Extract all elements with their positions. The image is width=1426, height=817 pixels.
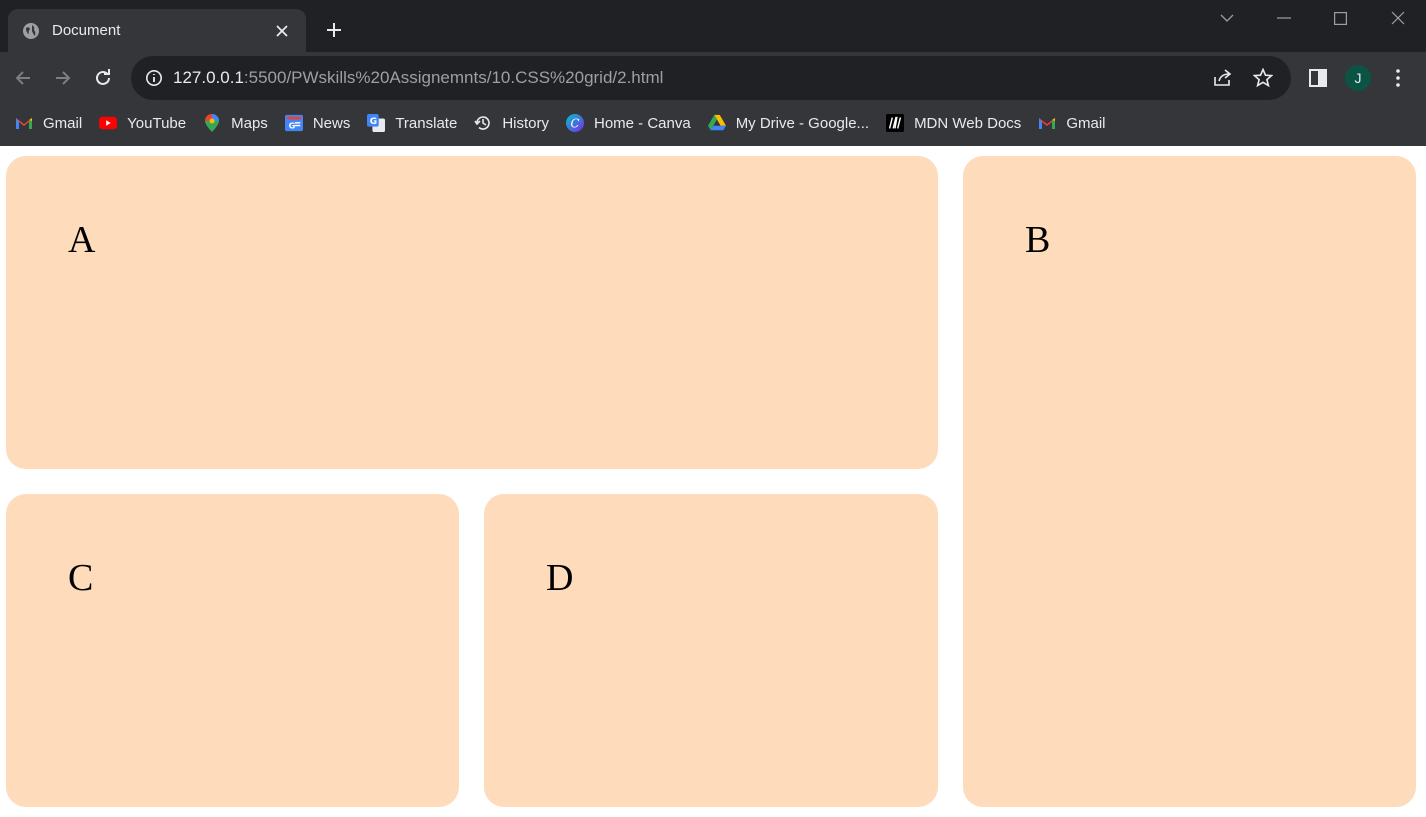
back-button[interactable]: [3, 58, 43, 98]
reload-button[interactable]: [83, 58, 123, 98]
tab-document[interactable]: Document: [8, 9, 306, 52]
profile-button[interactable]: J: [1338, 58, 1378, 98]
more-vert-icon: [1396, 69, 1400, 87]
bookmarks-bar: Gmail YouTube Maps G News G Translate Hi…: [0, 104, 1426, 142]
bookmark-translate[interactable]: G Translate: [362, 108, 465, 138]
close-window-button[interactable]: [1369, 0, 1426, 36]
svg-text:G: G: [370, 117, 377, 127]
news-icon: G: [284, 114, 303, 132]
arrow-left-icon: [15, 71, 30, 85]
forward-button[interactable]: [43, 58, 83, 98]
tab-title: Document: [52, 22, 121, 39]
page-content: A B C D: [0, 146, 1426, 817]
maximize-button[interactable]: [1312, 0, 1369, 36]
bookmark-maps[interactable]: Maps: [198, 108, 276, 138]
bookmark-label: Gmail: [43, 114, 83, 132]
bookmark-youtube[interactable]: YouTube: [94, 108, 194, 138]
gmail-icon: [1038, 114, 1056, 132]
grid-item-a-label: A: [68, 219, 96, 261]
tab-search-button[interactable]: [1198, 0, 1255, 36]
bookmark-label: Maps: [231, 114, 268, 132]
youtube-icon: [99, 114, 118, 132]
bookmark-label: My Drive - Google...: [735, 114, 870, 132]
side-panel-icon: [1309, 69, 1327, 87]
drive-icon: [707, 114, 726, 132]
bookmark-label: MDN Web Docs: [914, 114, 1022, 132]
grid-item-c: C: [6, 494, 459, 807]
url-host: 127.0.0.1: [173, 68, 244, 87]
url-text: 127.0.0.1:5500/PWskills%20Assignemnts/10…: [173, 68, 663, 88]
bookmark-label: History: [502, 114, 549, 132]
grid-item-d: D: [484, 494, 938, 807]
bookmark-drive[interactable]: My Drive - Google...: [703, 108, 877, 138]
close-tab-icon[interactable]: [272, 21, 292, 41]
share-icon: [1214, 69, 1232, 86]
bookmark-history[interactable]: History: [469, 108, 557, 138]
canva-icon: C: [565, 114, 584, 132]
omnibox-actions: [1203, 56, 1283, 100]
plus-icon: [327, 23, 341, 37]
avatar: J: [1345, 65, 1371, 91]
address-bar[interactable]: 127.0.0.1:5500/PWskills%20Assignemnts/10…: [131, 56, 1291, 100]
arrow-right-icon: [56, 71, 71, 85]
window-controls: [1198, 0, 1426, 36]
url-path: :5500/PWskills%20Assignemnts/10.CSS%20gr…: [243, 68, 664, 87]
minimize-button[interactable]: [1255, 0, 1312, 36]
bookmark-label: Gmail: [1066, 114, 1106, 132]
share-button[interactable]: [1203, 58, 1243, 98]
reload-icon: [96, 69, 110, 85]
grid-item-a: A: [6, 156, 938, 469]
bookmark-label: Translate: [395, 114, 458, 132]
new-tab-button[interactable]: [320, 16, 348, 44]
history-icon: [474, 114, 492, 132]
grid-item-d-label: D: [546, 557, 574, 599]
bookmark-label: Home - Canva: [593, 114, 691, 132]
svg-text:C: C: [570, 117, 579, 131]
minimize-icon: [1276, 17, 1291, 19]
bookmark-star-button[interactable]: [1243, 58, 1283, 98]
translate-icon: G: [367, 114, 386, 132]
side-panel-button[interactable]: [1298, 58, 1338, 98]
mdn-icon: [886, 114, 905, 132]
toolbar: 127.0.0.1:5500/PWskills%20Assignemnts/10…: [0, 52, 1426, 104]
grid-item-b: B: [963, 156, 1416, 807]
bookmark-label: News: [312, 114, 351, 132]
bookmark-label: YouTube: [127, 114, 187, 132]
toolbar-right: J: [1298, 58, 1418, 98]
maximize-icon: [1334, 11, 1347, 25]
bookmark-gmail-2[interactable]: Gmail: [1033, 108, 1113, 138]
browser-chrome: Document 127.0.0.1:5500/PWskills%20Assig…: [0, 0, 1426, 146]
bookmark-mdn[interactable]: MDN Web Docs: [881, 108, 1029, 138]
chevron-down-icon: [1220, 14, 1233, 22]
bookmark-canva[interactable]: C Home - Canva: [561, 108, 699, 138]
star-icon: [1253, 68, 1273, 88]
grid-item-b-label: B: [1025, 219, 1051, 261]
grid-item-c-label: C: [68, 557, 94, 599]
svg-text:G: G: [288, 120, 295, 130]
tab-strip: Document: [0, 0, 1426, 52]
gmail-icon: [15, 114, 33, 132]
bookmark-news[interactable]: G News: [280, 108, 359, 138]
info-icon: [146, 70, 162, 86]
maps-icon: [203, 114, 221, 132]
menu-button[interactable]: [1378, 58, 1418, 98]
close-icon: [1391, 11, 1404, 25]
globe-icon: [22, 22, 40, 40]
bookmark-gmail[interactable]: Gmail: [10, 108, 90, 138]
